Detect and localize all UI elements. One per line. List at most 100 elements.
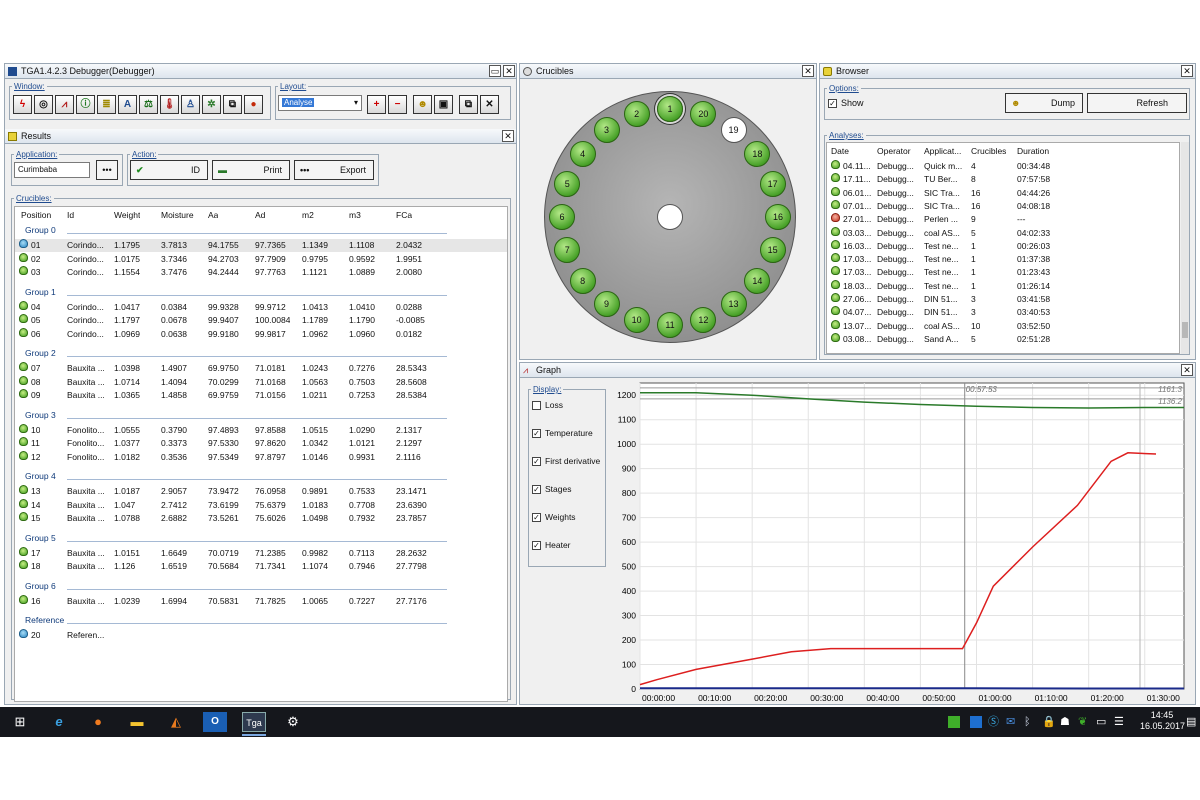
tray-green-app-icon[interactable] <box>948 716 960 728</box>
group-label[interactable]: Reference <box>25 615 64 625</box>
file-explorer-icon[interactable]: ▬ <box>125 712 149 732</box>
analysis-row[interactable]: 04.11... Debugg... Quick m... 4 00:34:48 <box>827 160 1179 173</box>
display-checkbox-first-derivative[interactable]: ✓ <box>532 457 541 466</box>
table-row[interactable]: 03 Corindo... 1.1554 3.7476 94.2444 97.7763 1.… <box>15 266 507 279</box>
user-icon[interactable]: ♙ <box>181 95 200 114</box>
group-label[interactable]: Group 6 <box>25 581 56 591</box>
add-layout-icon[interactable]: + <box>367 95 386 114</box>
col-aa[interactable]: Aa <box>208 209 218 222</box>
crucible-6[interactable]: 6 <box>549 204 575 230</box>
col-moisture[interactable]: Moisture <box>161 209 194 222</box>
graph-close-button[interactable]: ✕ <box>1181 364 1193 376</box>
crucible-16[interactable]: 16 <box>765 204 791 230</box>
table-row[interactable]: 06 Corindo... 1.0969 0.0638 99.9180 99.9817 1.… <box>15 327 507 341</box>
browser-close-button[interactable]: ✕ <box>1181 65 1193 77</box>
layout-close-icon[interactable]: ✕ <box>480 95 499 114</box>
layout-select[interactable]: Analyse ▾ <box>278 95 362 111</box>
crucible-15[interactable]: 15 <box>759 237 786 264</box>
crucible-8[interactable]: 8 <box>569 267 596 294</box>
application-field[interactable]: Curimbaba <box>14 162 90 178</box>
layout-edit-icon[interactable]: ▣ <box>434 95 453 114</box>
table-row[interactable]: 05 Corindo... 1.1797 0.0678 99.9407 100.0084 1… <box>15 314 507 327</box>
results-close-button[interactable]: ✕ <box>502 130 514 142</box>
scrollbar-thumb[interactable] <box>1182 322 1188 338</box>
refresh-button[interactable]: Refresh <box>1087 93 1187 113</box>
font-icon[interactable]: A <box>118 95 137 114</box>
table-row[interactable]: 16 Bauxita ... 1.0239 1.6994 70.5831 71.7825 1… <box>15 594 507 608</box>
crucible-17[interactable]: 17 <box>759 170 786 197</box>
group-label[interactable]: Group 5 <box>25 533 56 543</box>
crucible-19[interactable]: 19 <box>720 116 747 143</box>
display-checkbox-heater[interactable]: ✓ <box>532 541 541 550</box>
col-m3[interactable]: m3 <box>349 209 361 222</box>
save-layout-icon[interactable]: ☻ <box>413 95 432 114</box>
settings-gear-icon[interactable]: ⚙ <box>281 712 305 732</box>
table-row[interactable]: 18 Bauxita ... 1.126 1.6519 70.5684 71.7341 1.… <box>15 560 507 573</box>
tray-skype-icon[interactable]: Ⓢ <box>988 712 999 732</box>
crucible-10[interactable]: 10 <box>623 306 650 333</box>
clock[interactable]: 14:45 16.05.2017 <box>1140 710 1185 732</box>
minimize-button[interactable]: ▭ <box>489 65 501 77</box>
analysis-row[interactable]: 16.03... Debugg... Test ne... 1 00:26:03 <box>827 239 1179 253</box>
col-m2[interactable]: m2 <box>302 209 314 222</box>
tray-blue-app-icon[interactable] <box>970 716 982 728</box>
table-row[interactable]: 13 Bauxita ... 1.0187 2.9057 73.9472 76.0958 0… <box>15 485 507 498</box>
analysis-row[interactable]: 17.03... Debugg... Test ne... 1 01:37:38 <box>827 253 1179 266</box>
close-button[interactable]: ✕ <box>503 65 515 77</box>
group-label[interactable]: Group 4 <box>25 471 56 481</box>
info-icon[interactable]: ⓘ <box>76 95 95 114</box>
table-row[interactable]: 02 Corindo... 1.0175 3.7346 94.2703 97.7909 0.… <box>15 252 507 266</box>
tray-leaf-icon[interactable]: ❦ <box>1078 712 1087 732</box>
crucible-13[interactable]: 13 <box>720 291 747 318</box>
id-button[interactable]: ✔ ID <box>130 160 208 180</box>
crucible-11[interactable]: 11 <box>657 312 683 338</box>
analysis-row[interactable]: 13.07... Debugg... coal AS... 10 03:52:50 <box>827 319 1179 333</box>
group-label[interactable]: Group 3 <box>25 410 56 420</box>
remove-layout-icon[interactable]: − <box>388 95 407 114</box>
tray-wifi-icon[interactable]: ☰ <box>1114 712 1124 732</box>
crucible-3[interactable]: 3 <box>593 116 620 143</box>
col-crucibles[interactable]: Crucibles <box>971 145 1006 158</box>
crucible-12[interactable]: 12 <box>690 306 717 333</box>
tray-network-icon[interactable]: ☗ <box>1060 712 1070 732</box>
tray-lock-icon[interactable]: 🔒 <box>1042 712 1056 732</box>
col-operator[interactable]: Operator <box>877 145 911 158</box>
layout-copy-icon[interactable]: ⧉ <box>459 95 478 114</box>
crucible-9[interactable]: 9 <box>593 291 620 318</box>
outlook-icon[interactable]: O <box>203 712 227 732</box>
tray-battery-icon[interactable]: ▭ <box>1096 712 1106 732</box>
crucible-wheel-icon[interactable]: ◎ <box>34 95 53 114</box>
display-checkbox-temperature[interactable]: ✓ <box>532 429 541 438</box>
display-checkbox-weights[interactable]: ✓ <box>532 513 541 522</box>
analysis-row[interactable]: 27.01... Debugg... Perlen ... 9 --- <box>827 213 1179 226</box>
crucible-4[interactable]: 4 <box>569 140 596 167</box>
tray-bluetooth-icon[interactable]: ᛒ <box>1024 712 1031 732</box>
col-application[interactable]: Applicat... <box>924 145 961 158</box>
table-row[interactable]: 11 Fonolito... 1.0377 0.3373 97.5330 97.8620 1… <box>15 437 507 450</box>
firefox-icon[interactable]: ● <box>86 712 110 732</box>
col-position[interactable]: Position <box>21 209 51 222</box>
group-label[interactable]: Group 2 <box>25 348 56 358</box>
internet-explorer-icon[interactable]: e <box>47 712 71 732</box>
analysis-row[interactable]: 03.08... Debugg... Sand A... 5 02:51:28 <box>827 332 1179 346</box>
application-browse-button[interactable]: ••• <box>96 160 118 180</box>
table-row[interactable]: 08 Bauxita ... 1.0714 1.4094 70.0299 71.0168 1… <box>15 375 507 389</box>
crucible-18[interactable]: 18 <box>744 140 771 167</box>
crucible-2[interactable]: 2 <box>623 101 650 128</box>
analysis-row[interactable]: 06.01... Debugg... SIC Tra... 16 04:44:26 <box>827 186 1179 200</box>
export-button[interactable]: ••• Export <box>294 160 374 180</box>
analysis-row[interactable]: 17.03... Debugg... Test ne... 1 01:23:43 <box>827 266 1179 279</box>
table-row[interactable]: 04 Corindo... 1.0417 0.0384 99.9328 99.9712 1.… <box>15 300 507 314</box>
crucible-14[interactable]: 14 <box>744 267 771 294</box>
thermometer-icon[interactable]: 🌡 <box>160 95 179 114</box>
print-button[interactable]: ▬ Print <box>212 160 290 180</box>
analysis-row[interactable]: 03.03... Debugg... coal AS... 5 04:02:33 <box>827 226 1179 240</box>
tga-icon[interactable]: Tga <box>242 712 266 732</box>
display-checkbox-stages[interactable]: ✓ <box>532 485 541 494</box>
table-row[interactable]: 14 Bauxita ... 1.047 2.7412 73.6199 75.6379 1.… <box>15 498 507 512</box>
table-row[interactable]: 07 Bauxita ... 1.0398 1.4907 69.9750 71.0181 1… <box>15 362 507 375</box>
table-row[interactable]: 20 Referen... <box>15 629 507 642</box>
analysis-row[interactable]: 07.01... Debugg... SIC Tra... 16 04:08:18 <box>827 199 1179 213</box>
analyses-scrollbar[interactable] <box>1181 142 1189 354</box>
graph-icon[interactable]: ⩘ <box>55 95 74 114</box>
